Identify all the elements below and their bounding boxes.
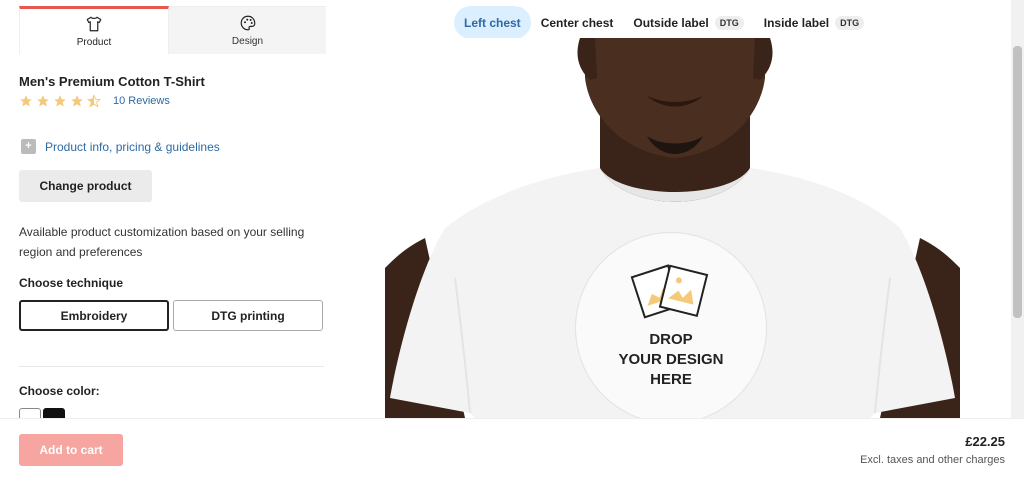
- price-note: Excl. taxes and other charges: [860, 454, 1005, 466]
- palette-icon: [240, 15, 255, 31]
- product-info-link[interactable]: + Product info, pricing & guidelines: [21, 139, 220, 154]
- placement-center-chest-label: Center chest: [540, 15, 614, 30]
- star-icon: [37, 95, 49, 107]
- placement-tabs: Left chest Center chest Outside label DTG…: [454, 6, 874, 39]
- technique-label: Choose technique: [19, 276, 124, 290]
- drop-line-2: YOUR DESIGN: [618, 351, 724, 368]
- placement-center-chest[interactable]: Center chest: [531, 6, 624, 39]
- star-half-icon: [87, 94, 101, 108]
- drop-line-1: DROP: [649, 331, 693, 348]
- info-icon: +: [21, 139, 36, 154]
- product-rating: 10 Reviews: [19, 94, 170, 108]
- dtg-badge: DTG: [714, 15, 744, 30]
- star-icon: [20, 95, 32, 107]
- placement-outside-label-label: Outside label: [633, 15, 709, 30]
- color-label: Choose color:: [19, 384, 100, 398]
- tab-design-label: Design: [231, 36, 264, 47]
- drop-zone-text: DROP YOUR DESIGN HERE: [600, 330, 742, 390]
- technique-dtg-button[interactable]: DTG printing: [173, 300, 323, 331]
- scrollbar-thumb[interactable]: [1013, 46, 1022, 318]
- product-title: Men's Premium Cotton T-Shirt: [19, 74, 205, 89]
- editor-tabs: Product Design: [19, 6, 326, 54]
- placement-left-chest[interactable]: Left chest: [454, 6, 531, 39]
- product-info-link-label: Product info, pricing & guidelines: [45, 139, 220, 154]
- dtg-badge: DTG: [835, 15, 865, 30]
- technique-embroidery-button[interactable]: Embroidery: [19, 300, 169, 331]
- footer-bar: Add to cart £22.25 Excl. taxes and other…: [0, 418, 1024, 481]
- tshirt-icon: [86, 16, 102, 32]
- product-price: £22.25: [965, 434, 1005, 449]
- change-product-button[interactable]: Change product: [19, 170, 152, 202]
- tab-product[interactable]: Product: [19, 6, 169, 54]
- divider: [19, 366, 324, 367]
- placement-left-chest-label: Left chest: [464, 15, 521, 30]
- drop-line-3: HERE: [650, 371, 692, 388]
- star-icon: [71, 95, 83, 107]
- placement-outside-label[interactable]: Outside label DTG: [623, 6, 753, 39]
- scrollbar[interactable]: [1011, 0, 1024, 418]
- images-icon: [630, 264, 709, 319]
- left-panel: Product Design Men's Premium Cotton T-Sh…: [0, 0, 340, 420]
- design-drop-zone[interactable]: [575, 232, 767, 424]
- placement-inside-label[interactable]: Inside label DTG: [754, 6, 874, 39]
- star-icon: [54, 95, 66, 107]
- tab-product-label: Product: [76, 37, 112, 48]
- placement-inside-label-label: Inside label: [763, 15, 830, 30]
- add-to-cart-button[interactable]: Add to cart: [19, 434, 123, 466]
- tab-design[interactable]: Design: [169, 6, 326, 54]
- reviews-link[interactable]: 10 Reviews: [113, 95, 170, 107]
- customization-description: Available product customization based on…: [19, 225, 305, 259]
